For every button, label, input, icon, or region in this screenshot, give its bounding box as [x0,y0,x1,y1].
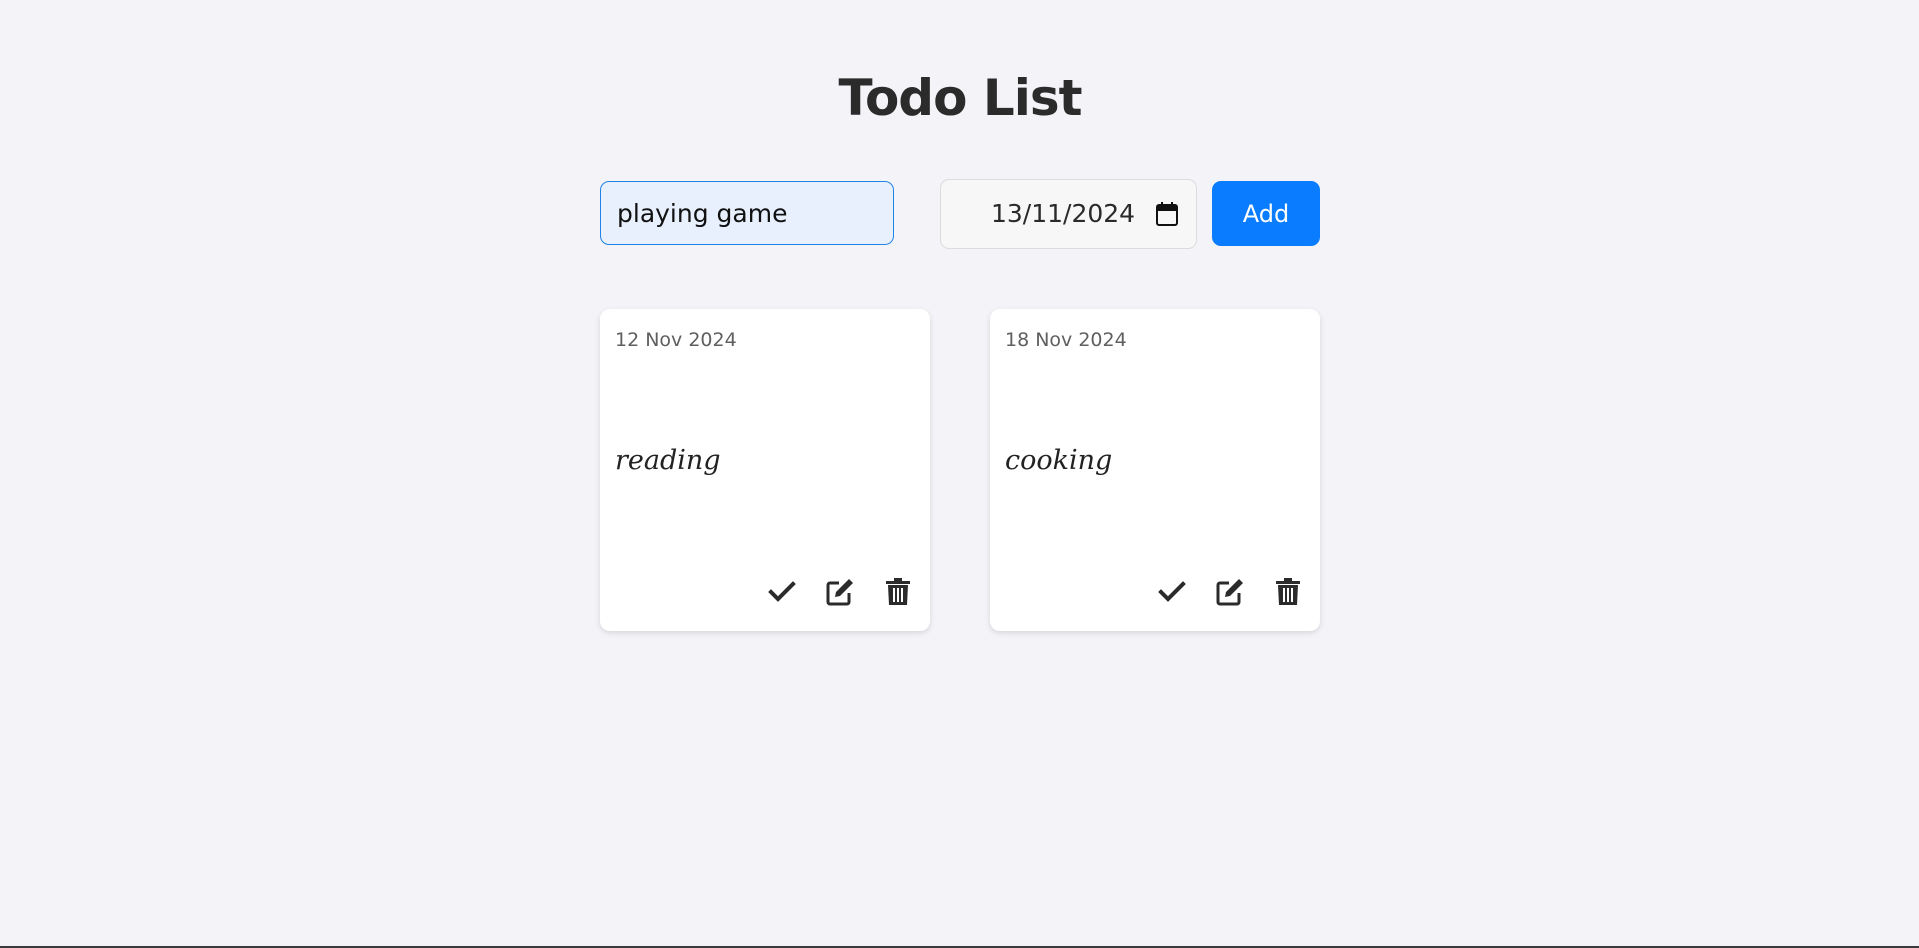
task-input[interactable] [600,181,894,245]
complete-button[interactable] [766,576,798,608]
page-title: Todo List [838,69,1082,127]
todo-actions [766,575,914,609]
check-icon [1158,581,1186,602]
complete-button[interactable] [1156,576,1188,608]
todo-actions [1156,575,1304,609]
edit-icon [1216,579,1243,606]
todo-text: cooking [1005,445,1113,476]
add-button[interactable]: Add [1212,181,1320,246]
check-icon [768,581,796,602]
todo-text: reading [615,445,721,476]
date-value: 13/11/2024 [991,199,1136,228]
todo-date: 12 Nov 2024 [615,329,737,351]
edit-icon [826,579,853,606]
trash-icon [886,578,910,605]
delete-button[interactable] [1272,576,1304,608]
add-todo-form: 13/11/2024 Add [600,179,1320,249]
edit-button[interactable] [824,576,856,608]
calendar-icon[interactable] [1156,202,1178,226]
todo-card: 12 Nov 2024 reading [600,309,930,631]
edit-button[interactable] [1214,576,1246,608]
trash-icon [1276,578,1300,605]
date-input[interactable]: 13/11/2024 [940,179,1197,249]
todo-card: 18 Nov 2024 cooking [990,309,1320,631]
delete-button[interactable] [882,576,914,608]
todo-date: 18 Nov 2024 [1005,329,1127,351]
todo-list: 12 Nov 2024 reading 18 Nov 2024 cooking [600,309,1320,631]
